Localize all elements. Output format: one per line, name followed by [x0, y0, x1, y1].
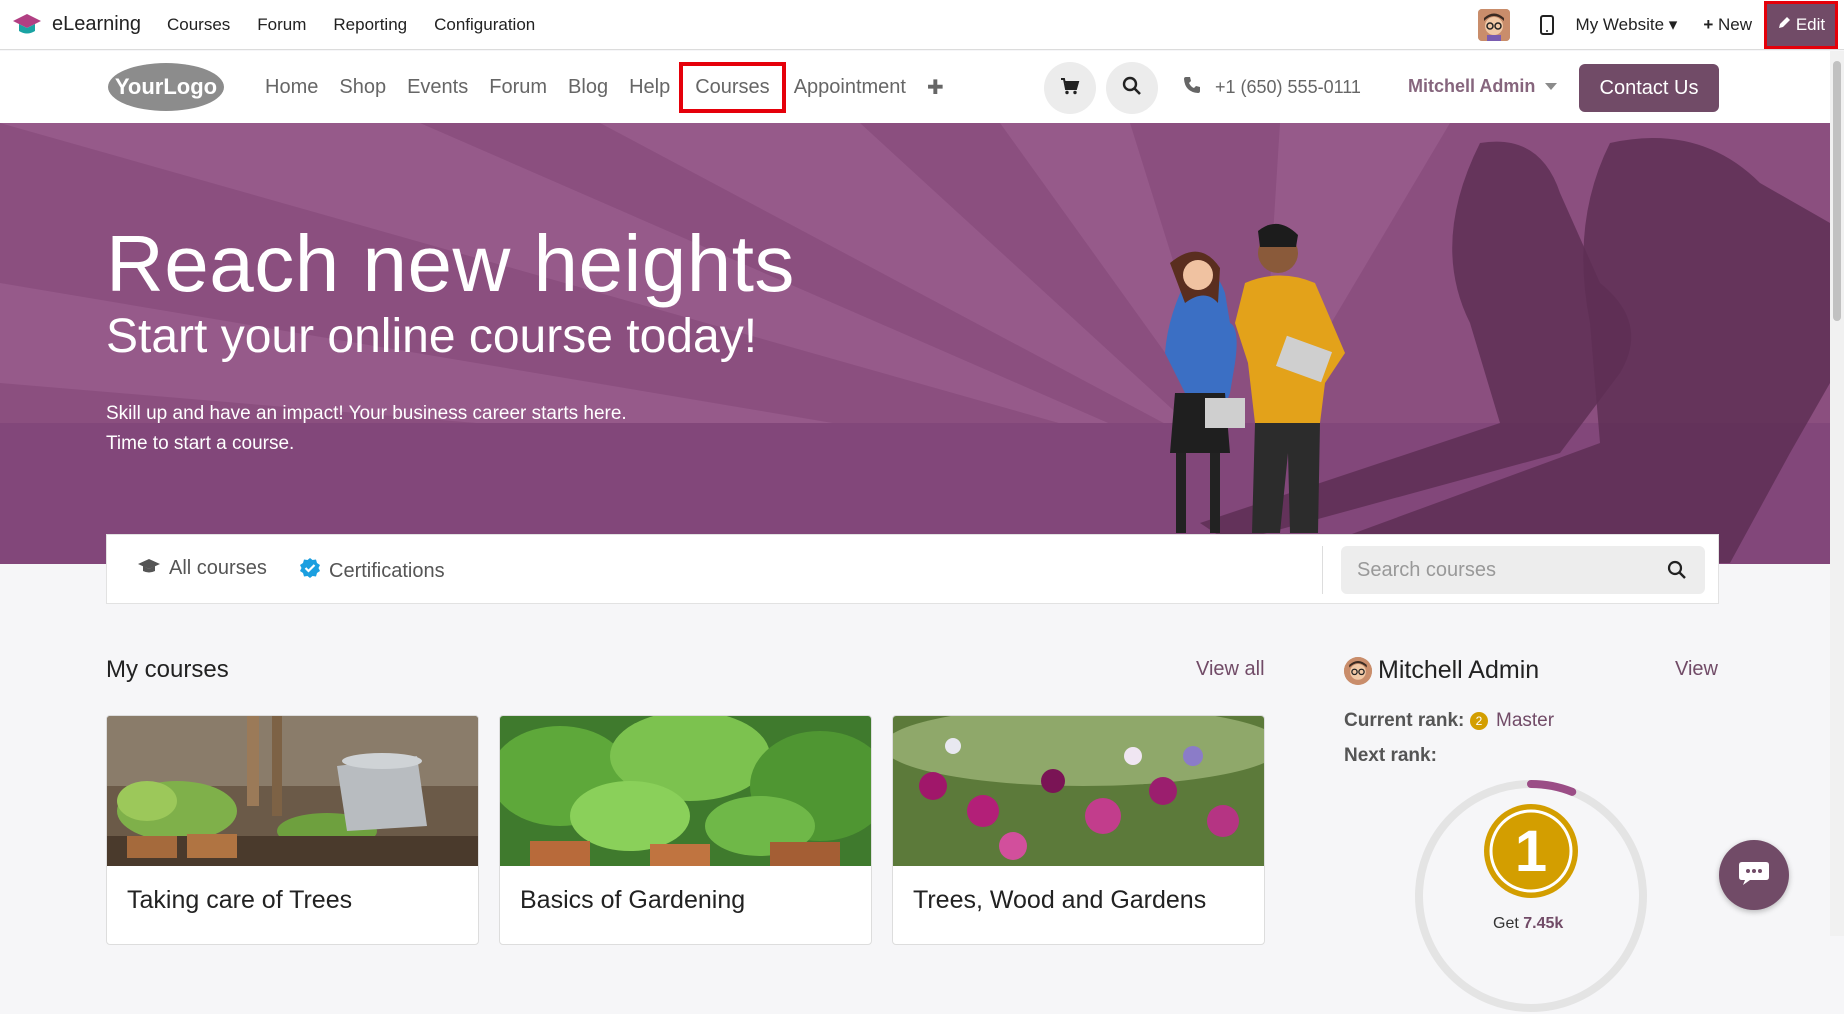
avatar [1344, 656, 1372, 685]
karma-prefix: Get [1493, 915, 1519, 932]
page-scrollbar[interactable] [1830, 51, 1844, 936]
current-rank-value: Master [1496, 710, 1555, 731]
nav-blog[interactable]: Blog [568, 76, 608, 99]
course-filter-bar: All courses Certifications [106, 534, 1719, 604]
search-courses-box [1341, 546, 1705, 594]
course-title: Trees, Wood and Gardens [913, 886, 1207, 914]
pencil-icon [1777, 15, 1791, 35]
profile-name-text: Mitchell Admin [1378, 656, 1540, 684]
hero-banner: Reach new heights Start your online cour… [0, 123, 1830, 564]
search-button[interactable] [1106, 62, 1158, 114]
my-website-dropdown[interactable]: My Website ▾ [1576, 15, 1678, 35]
hero-title: Reach new heights [106, 219, 795, 308]
nav-courses[interactable]: Courses [679, 61, 786, 113]
nav-forum[interactable]: Forum [489, 76, 547, 99]
search-icon[interactable] [1667, 560, 1687, 585]
phone-link[interactable]: +1 (650) 555-0111 [1183, 76, 1361, 99]
app-name: eLearning [52, 13, 141, 35]
edit-button[interactable]: Edit [1764, 1, 1838, 49]
nav-events[interactable]: Events [407, 76, 468, 99]
phone-icon [1183, 76, 1201, 99]
mobile-preview-icon[interactable] [1539, 15, 1554, 35]
scrollbar-thumb[interactable] [1833, 61, 1841, 321]
caret-down-icon [1545, 83, 1558, 90]
avatar[interactable] [1477, 9, 1510, 41]
karma-needed: Get 7.45k [1493, 915, 1563, 933]
course-card[interactable]: Trees, Wood and Gardens [892, 715, 1265, 945]
course-card[interactable]: Basics of Gardening [499, 715, 872, 945]
tab-certifications[interactable]: Certifications [299, 557, 445, 585]
new-button[interactable]: + New [1703, 15, 1752, 35]
search-courses-input[interactable] [1341, 546, 1651, 594]
admin-bar: eLearning Courses Forum Reporting Config… [0, 0, 1844, 50]
nav-shop[interactable]: Shop [339, 76, 386, 99]
graduation-cap-icon [137, 557, 161, 580]
my-courses-heading: My courses [106, 656, 229, 683]
profile-name: Mitchell Admin [1344, 656, 1539, 685]
user-menu[interactable]: Mitchell Admin [1408, 76, 1558, 97]
current-rank-label: Current rank: [1344, 710, 1465, 731]
plus-icon: + [1703, 15, 1714, 34]
hero-text-line1: Skill up and have an impact! Your busine… [106, 403, 627, 424]
caret-down-icon: ▾ [1668, 15, 1678, 34]
add-menu-icon[interactable]: ✚ [927, 75, 944, 100]
nav-links: Home Shop Events Forum Blog Help Courses… [265, 51, 965, 123]
course-image [500, 716, 871, 866]
cart-button[interactable] [1044, 62, 1096, 114]
admin-menu-reporting[interactable]: Reporting [333, 15, 407, 35]
admin-menu-courses[interactable]: Courses [167, 15, 230, 35]
site-navbar: YourLogo Home Shop Events Forum Blog Hel… [0, 51, 1830, 123]
site-logo[interactable]: YourLogo [106, 61, 226, 113]
admin-menu-forum[interactable]: Forum [257, 15, 306, 35]
course-image [107, 716, 478, 866]
course-title: Taking care of Trees [127, 886, 353, 914]
profile-view-link[interactable]: View [1675, 658, 1718, 681]
current-rank: 2 Master [1470, 710, 1554, 732]
nav-home[interactable]: Home [265, 76, 318, 99]
tab-all-courses[interactable]: All courses [137, 557, 267, 580]
course-card[interactable]: Taking care of Trees [106, 715, 479, 945]
cart-icon [1060, 77, 1080, 100]
course-title: Basics of Gardening [520, 886, 746, 914]
certified-badge-icon [299, 557, 321, 585]
live-chat-button[interactable] [1719, 840, 1789, 910]
admin-menu-configuration[interactable]: Configuration [434, 15, 535, 35]
nav-help[interactable]: Help [629, 76, 670, 99]
all-courses-label: All courses [169, 557, 267, 579]
nav-appointment[interactable]: Appointment [794, 76, 906, 99]
hero-subtitle: Start your online course today! [106, 310, 758, 363]
contact-us-button[interactable]: Contact Us [1579, 64, 1719, 112]
karma-value: 7.45k [1523, 915, 1564, 932]
graduation-cap-icon [12, 10, 42, 40]
rank-progress-ring: 1 [1415, 780, 1647, 1012]
rank-medal-icon: 2 [1470, 712, 1488, 730]
my-website-label: My Website [1575, 15, 1665, 34]
next-rank-label: Next rank: [1344, 745, 1437, 766]
course-image [893, 716, 1264, 866]
logo-text: YourLogo [115, 74, 217, 99]
view-all-link[interactable]: View all [1196, 658, 1265, 681]
admin-right: My Website ▾ + New Edit [1477, 0, 1844, 50]
certifications-label: Certifications [329, 559, 445, 582]
chat-icon [1738, 859, 1770, 892]
hero-text-line2: Time to start a course. [106, 433, 295, 454]
new-label: New [1717, 15, 1752, 34]
user-name: Mitchell Admin [1408, 76, 1536, 96]
next-rank-badge: 1 [1515, 819, 1547, 884]
edit-label: Edit [1795, 15, 1826, 34]
phone-number: +1 (650) 555-0111 [1215, 77, 1361, 97]
search-icon [1122, 76, 1142, 101]
divider [1322, 546, 1323, 594]
app-brand[interactable]: eLearning [12, 10, 141, 40]
admin-menu: Courses Forum Reporting Configuration [167, 15, 562, 35]
